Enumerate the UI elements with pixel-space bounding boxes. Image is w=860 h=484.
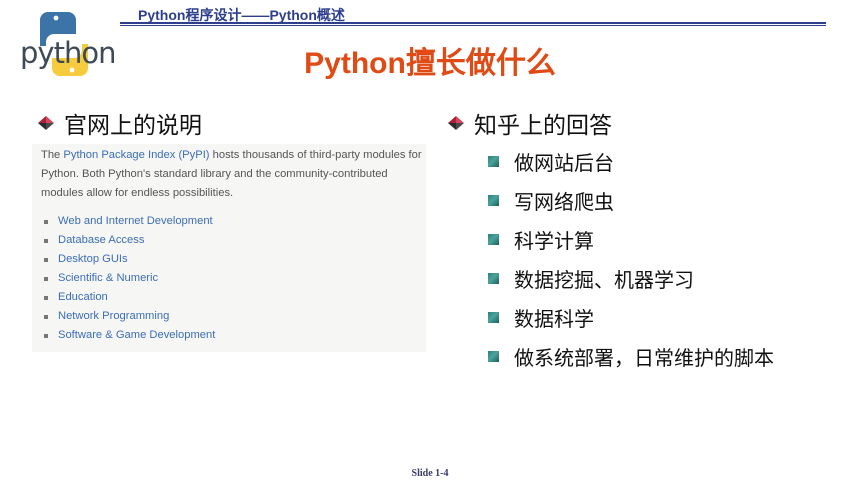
left-heading-text: 官网上的说明: [64, 113, 202, 139]
list-item: 做网站后台: [488, 142, 774, 181]
header-divider-thin: [120, 25, 826, 26]
diamond-bullet-icon: [36, 113, 56, 133]
square-bullet-icon: [488, 351, 499, 362]
square-bullet-icon: [488, 273, 499, 284]
list-item: 数据挖掘、机器学习: [488, 259, 774, 298]
list-item[interactable]: Web and Internet Development: [44, 212, 215, 231]
pypi-description: The Python Package Index (PyPI) hosts th…: [41, 149, 422, 199]
bullet-dot-icon: [44, 219, 48, 224]
list-item[interactable]: Network Programming: [44, 307, 215, 326]
list-item[interactable]: Software & Game Development: [44, 326, 215, 345]
pypi-link[interactable]: Python Package Index (PyPI): [63, 149, 209, 161]
bullet-dot-icon: [44, 314, 48, 319]
list-item[interactable]: Education: [44, 288, 215, 307]
pypi-use-list: Web and Internet Development Database Ac…: [44, 212, 215, 345]
square-bullet-icon: [488, 234, 499, 245]
square-bullet-icon: [488, 312, 499, 323]
right-heading-text: 知乎上的回答: [474, 113, 612, 139]
bullet-dot-icon: [44, 257, 48, 262]
list-item: 科学计算: [488, 220, 774, 259]
square-bullet-icon: [488, 195, 499, 206]
slide-number: Slide 1-4: [411, 468, 449, 479]
bullet-dot-icon: [44, 333, 48, 338]
list-item[interactable]: Database Access: [44, 231, 215, 250]
list-item[interactable]: Desktop GUIs: [44, 250, 215, 269]
pypi-screenshot: The Python Package Index (PyPI) hosts th…: [32, 144, 426, 352]
zhihu-answer-list: 做网站后台 写网络爬虫 科学计算 数据挖掘、机器学习 数据科学 做系统部署，日常…: [488, 142, 774, 376]
diamond-bullet-icon: [446, 113, 466, 133]
list-item: 数据科学: [488, 298, 774, 337]
list-item: 做系统部署，日常维护的脚本: [488, 337, 774, 376]
right-column-heading: 知乎上的回答: [446, 106, 612, 140]
left-column-heading: 官网上的说明: [36, 106, 202, 140]
header-divider: [120, 22, 826, 24]
slide-title: Python擅长做什么: [304, 47, 556, 80]
list-item[interactable]: Scientific & Numeric: [44, 269, 215, 288]
bullet-dot-icon: [44, 295, 48, 300]
bullet-dot-icon: [44, 238, 48, 243]
bullet-dot-icon: [44, 276, 48, 281]
square-bullet-icon: [488, 156, 499, 167]
list-item: 写网络爬虫: [488, 181, 774, 220]
